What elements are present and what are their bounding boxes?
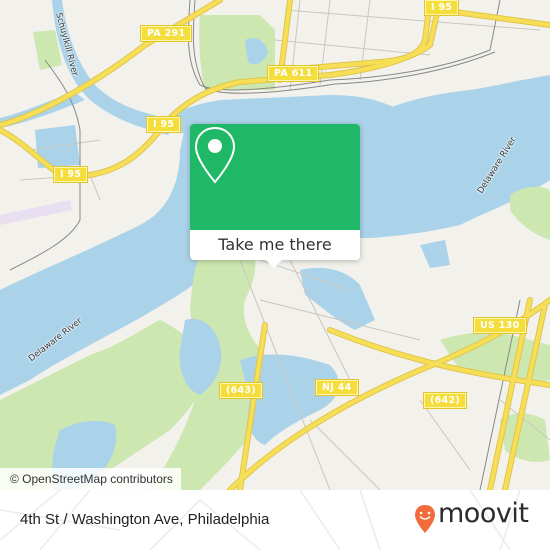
map-view[interactable]: PA 291 PA 611 I 95 I 95 I 95 US 130 NJ 4… (0, 0, 550, 490)
footer-bar: 4th St / Washington Ave, Philadelphia mo… (0, 490, 550, 550)
road-shield-cr-642: (642) (422, 392, 468, 409)
road-shield-i-95: I 95 (52, 166, 89, 183)
take-me-there-button[interactable]: Take me there (190, 230, 360, 260)
road-shield-pa-611: PA 611 (266, 65, 320, 82)
location-popup: Take me there (190, 124, 360, 268)
road-shield-i-95: I 95 (423, 0, 460, 16)
moovit-pin-icon (415, 505, 435, 533)
road-shield-i-95: I 95 (145, 116, 182, 133)
airport-area (0, 200, 72, 225)
road-shield-us-130: US 130 (473, 317, 527, 334)
park-ne (510, 186, 550, 240)
moovit-wordmark: moovit (438, 498, 529, 529)
east-inlet-water (420, 240, 450, 268)
stop-address: 4th St / Washington Ave, Philadelphia (20, 511, 270, 528)
popup-header (190, 124, 360, 230)
map-pin-icon (194, 126, 236, 184)
moovit-logo[interactable]: moovit (414, 498, 538, 536)
road-shield-pa-291: PA 291 (139, 25, 193, 42)
popup-pointer (264, 258, 284, 268)
road-shield-nj-44: NJ 44 (315, 379, 359, 396)
road-shield-cr-643: (643) (218, 382, 264, 399)
map-attribution[interactable]: © OpenStreetMap contributors (0, 468, 181, 490)
